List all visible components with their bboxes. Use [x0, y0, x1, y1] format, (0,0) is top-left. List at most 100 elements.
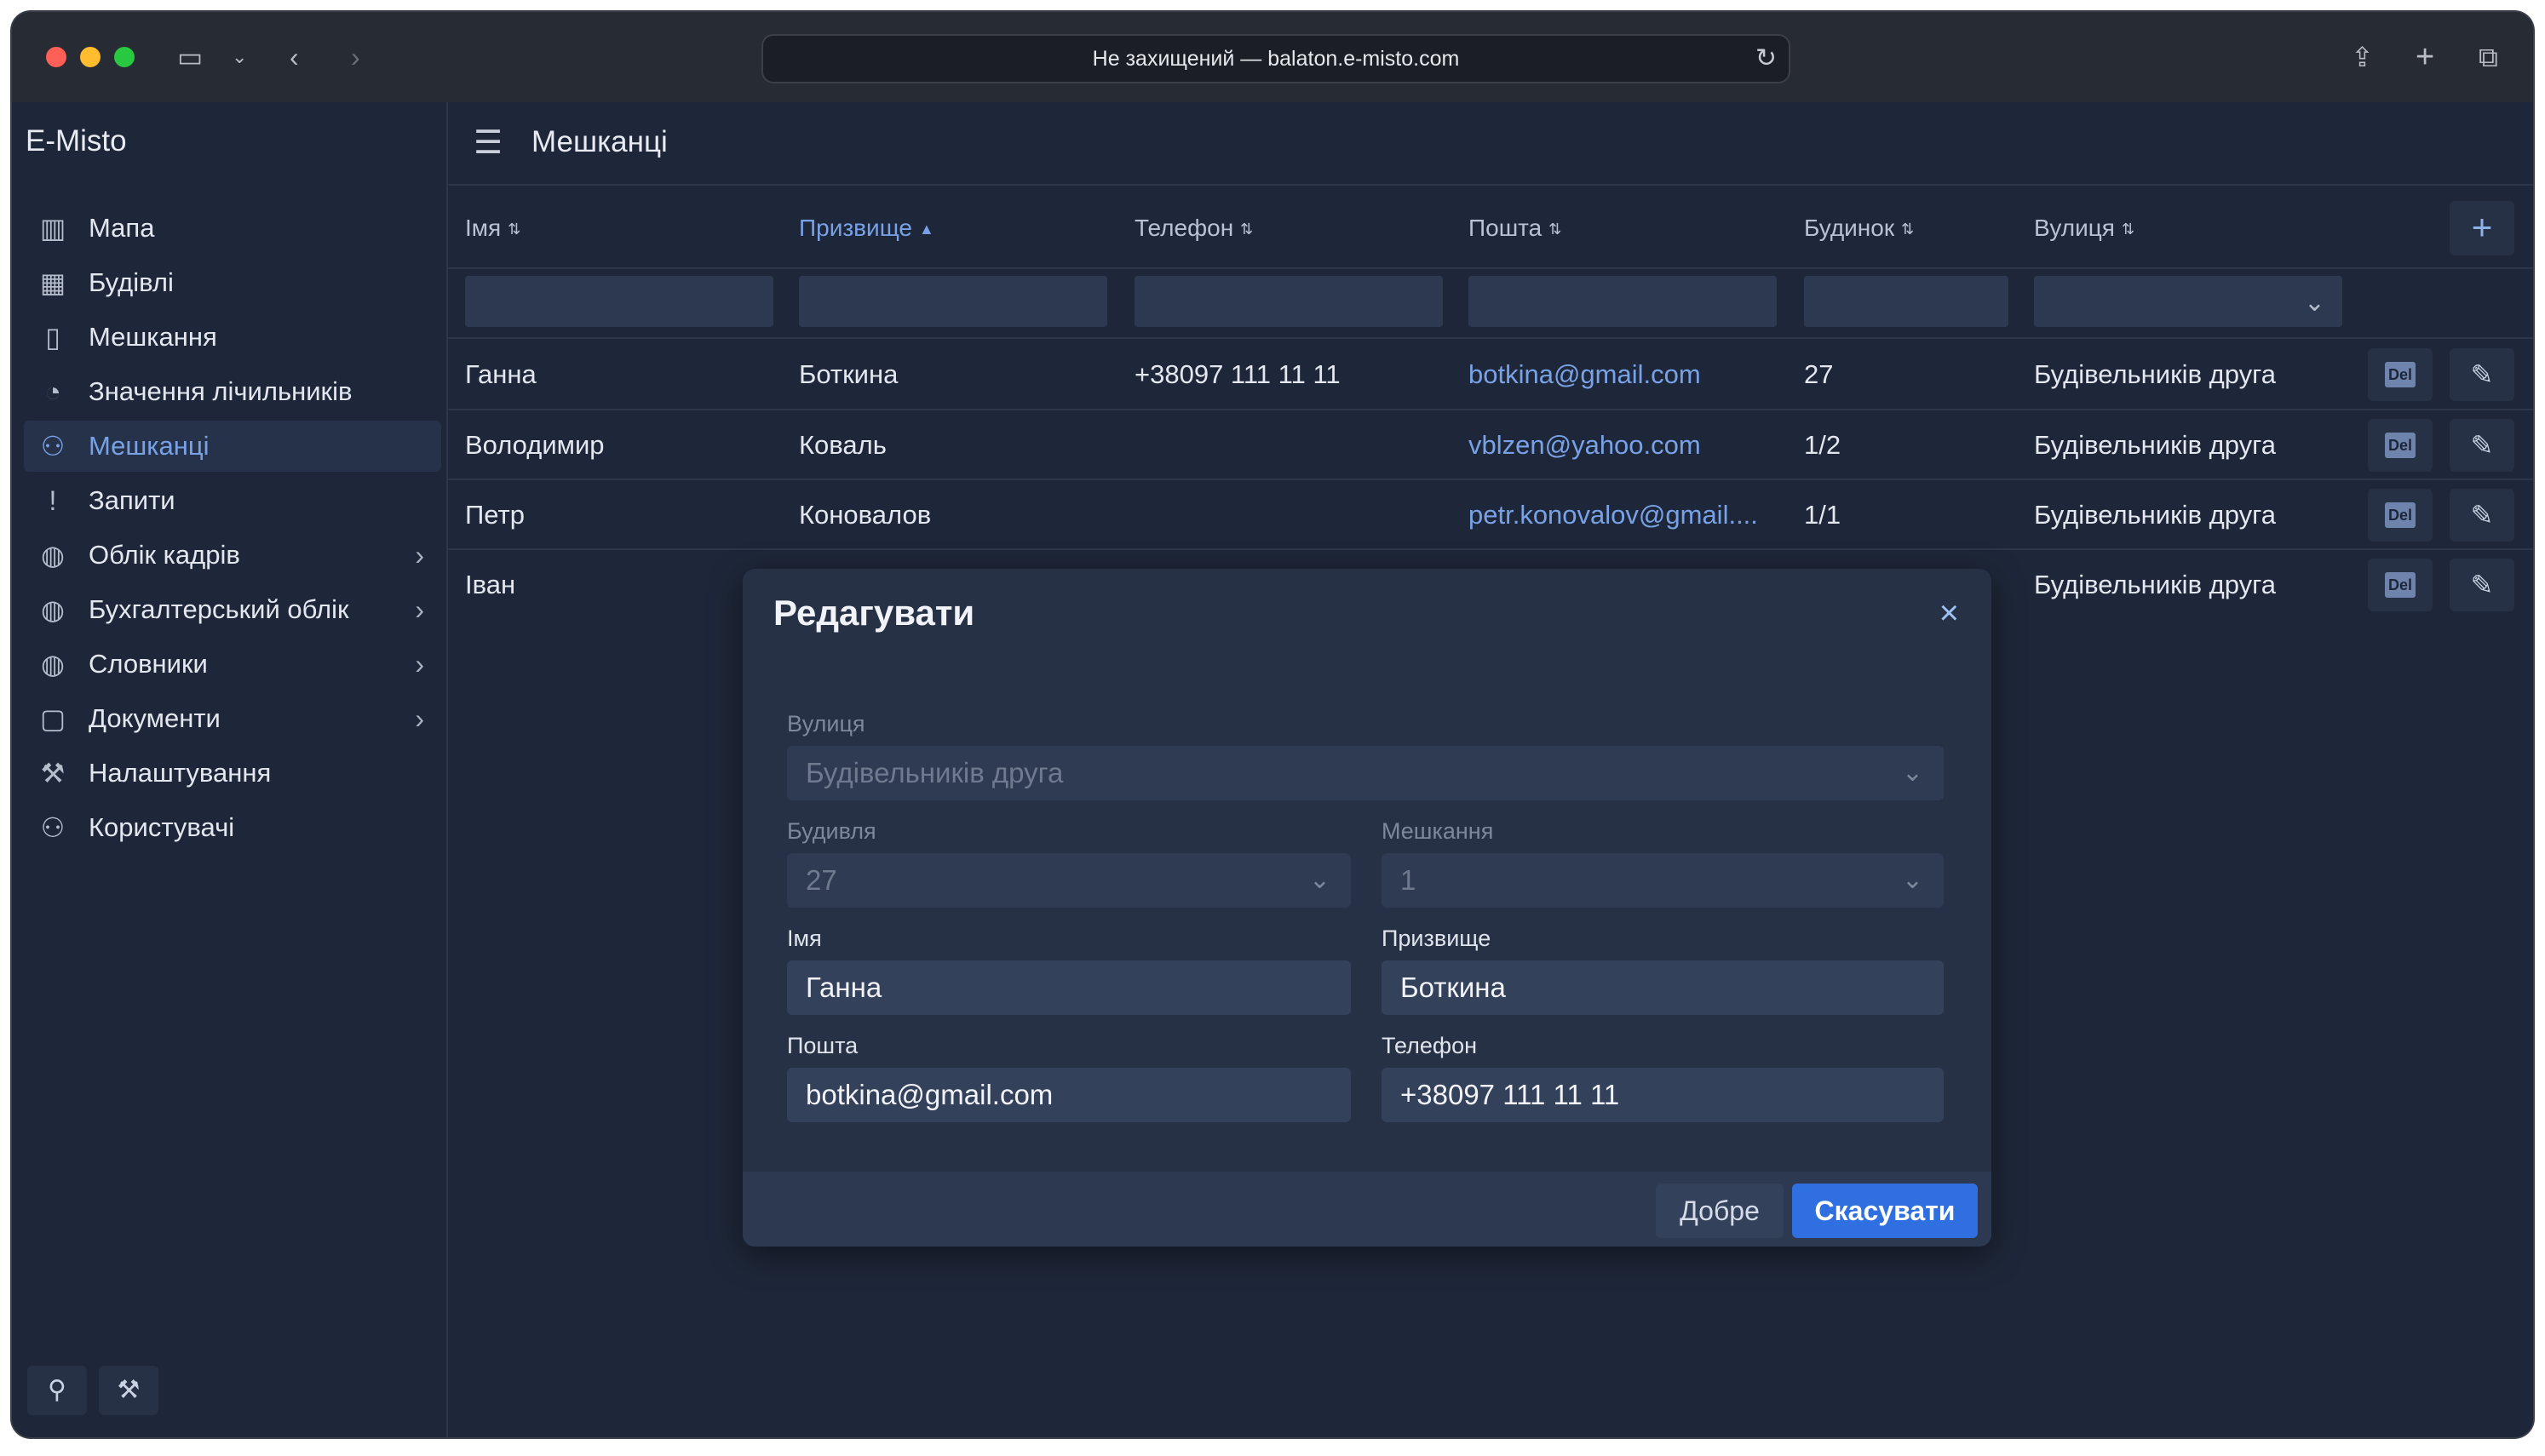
edit-button[interactable]: ✎ — [2450, 419, 2514, 472]
tabs-overview-icon[interactable]: ⧉ — [2479, 43, 2498, 71]
cancel-button[interactable]: Скасувати — [1792, 1184, 1978, 1238]
filter-last-name[interactable] — [799, 276, 1107, 327]
edit-button[interactable]: ✎ — [2450, 559, 2514, 611]
sidebar-item-label: Будівлі — [89, 267, 174, 297]
delete-button[interactable]: Del — [2368, 348, 2433, 401]
new-tab-icon[interactable]: + — [2416, 41, 2434, 73]
cell-street: Будівельників друга — [2034, 359, 2276, 389]
edit-dialog: Редагувати × Вулиця Будівельників друга … — [743, 569, 1991, 1247]
sidebar-item-buildings[interactable]: ▦ Будівлі — [24, 257, 441, 308]
sidebar-item-meter-values[interactable]: ◔ Значення лічильників — [24, 366, 441, 417]
delete-button[interactable]: Del — [2368, 489, 2433, 542]
sidebar-toggle-icon[interactable]: ▭ — [177, 43, 203, 71]
row-divider — [448, 548, 2533, 550]
delete-icon: Del — [2385, 361, 2416, 387]
sort-icon: ⇅ — [1548, 221, 1562, 238]
cell-email[interactable]: botkina@gmail.com — [1468, 358, 1789, 392]
sort-icon: ⇅ — [508, 221, 521, 238]
column-header-last-name[interactable]: Призвище ▲ — [799, 215, 934, 243]
sidebar-item-users[interactable]: ⚇ Користувачі — [24, 802, 441, 853]
run-icon[interactable]: ⚲ — [27, 1366, 87, 1415]
delete-button[interactable]: Del — [2368, 419, 2433, 472]
filter-street-select[interactable]: ⌄ — [2034, 276, 2342, 327]
sidebar-item-label: Бухгалтерський облік — [89, 594, 349, 624]
cell-street: Будівельників друга — [2034, 570, 2276, 599]
ok-button[interactable]: Добре — [1656, 1184, 1784, 1238]
menu-icon[interactable]: ☰ — [474, 126, 503, 160]
sidebar-item-label: Запити — [89, 485, 175, 515]
forward-icon[interactable]: › — [351, 43, 360, 71]
chevron-down-icon: ⌄ — [1901, 866, 1923, 894]
sidebar-item-settings[interactable]: ⚒ Налаштування — [24, 748, 441, 799]
map-icon: ▥ — [39, 213, 66, 244]
cell-email[interactable]: vblzen@yahoo.com — [1468, 428, 1789, 462]
building-icon: ▦ — [39, 267, 66, 298]
sidebar-item-label: Словники — [89, 649, 208, 679]
sort-icon: ⇅ — [2121, 221, 2135, 238]
reload-icon[interactable]: ↻ — [1755, 36, 1777, 82]
column-header-first-name[interactable]: Імя ⇅ — [465, 215, 520, 243]
share-icon[interactable]: ⇪ — [2351, 43, 2374, 71]
sidebar-item-hr[interactable]: ◍ Облік кадрів › — [24, 530, 441, 581]
filter-email[interactable] — [1468, 276, 1777, 327]
sidebar-item-requests[interactable]: ! Запити — [24, 475, 441, 526]
phone-field[interactable]: +38097 111 11 11 — [1382, 1068, 1944, 1122]
close-icon[interactable]: × — [1939, 591, 1959, 635]
browser-toolbar: ▭ ⌄ ‹ › Не захищений — balaton.e-misto.c… — [12, 12, 2533, 104]
wrench-icon[interactable]: ⚒ — [99, 1366, 158, 1415]
column-header-street[interactable]: Вулиця ⇅ — [2034, 215, 2134, 243]
users-icon: ⚇ — [40, 812, 66, 843]
sidebar-item-label: Мешкання — [89, 322, 217, 352]
main-header: ☰ Мешканці — [448, 102, 2533, 186]
sidebar-item-map[interactable]: ▥ Мапа — [24, 203, 441, 254]
apartment-label: Мешкання — [1382, 818, 1494, 844]
first-name-field[interactable]: Ганна — [787, 960, 1351, 1015]
edit-button[interactable]: ✎ — [2450, 348, 2514, 401]
sidebar-item-apartments[interactable]: ▯ Мешкання — [24, 312, 441, 363]
first-name-label: Імя — [787, 926, 822, 951]
back-icon[interactable]: ‹ — [290, 43, 299, 71]
chevron-down-icon[interactable]: ⌄ — [232, 43, 247, 71]
filter-phone[interactable] — [1135, 276, 1443, 327]
building-select: 27 ⌄ — [787, 853, 1351, 908]
sidebar-item-accounting[interactable]: ◍ Бухгалтерський облік › — [24, 584, 441, 635]
app-brand: E-Misto — [26, 124, 127, 158]
cell-email[interactable]: petr.konovalov@gmail.... — [1468, 498, 1789, 532]
sort-ascending-icon: ▲ — [919, 221, 934, 238]
sidebar-item-dictionaries[interactable]: ◍ Словники › — [24, 639, 441, 690]
last-name-field[interactable]: Боткина — [1382, 960, 1944, 1015]
email-label: Пошта — [787, 1033, 859, 1058]
maximize-window-button[interactable] — [114, 47, 135, 67]
globe-icon: ◍ — [41, 649, 65, 679]
column-header-house[interactable]: Будинок ⇅ — [1804, 215, 1914, 243]
address-bar[interactable]: Не захищений — balaton.e-misto.com ↻ — [761, 34, 1790, 83]
sidebar-item-residents[interactable]: ⚇ Мешканці — [24, 421, 441, 472]
filter-house[interactable] — [1804, 276, 2008, 327]
users-icon: ⚇ — [40, 431, 66, 461]
email-field[interactable]: botkina@gmail.com — [787, 1068, 1351, 1122]
cell-house: 1/2 — [1804, 430, 1841, 460]
sort-icon: ⇅ — [1901, 221, 1915, 238]
delete-icon: Del — [2385, 502, 2416, 528]
wrench-icon: ⚒ — [40, 758, 66, 788]
dialog-footer: Добре Скасувати — [743, 1172, 1991, 1247]
delete-icon: Del — [2385, 432, 2416, 458]
row-divider — [448, 267, 2533, 269]
add-resident-button[interactable]: + — [2450, 201, 2514, 255]
column-header-email[interactable]: Пошта ⇅ — [1468, 215, 1561, 243]
cell-first-name: Володимир — [465, 430, 605, 460]
edit-icon: ✎ — [2470, 570, 2494, 600]
close-window-button[interactable] — [46, 47, 66, 67]
row-divider — [448, 337, 2533, 339]
cell-street: Будівельників друга — [2034, 430, 2276, 460]
delete-button[interactable]: Del — [2368, 559, 2433, 611]
chevron-down-icon: ⌄ — [1308, 866, 1330, 894]
edit-button[interactable]: ✎ — [2450, 489, 2514, 542]
sidebar-item-documents[interactable]: ▢ Документи › — [24, 693, 441, 744]
sidebar: E-Misto ▥ Мапа ▦ Будівлі ▯ Мешкання ◔ Зн… — [12, 102, 448, 1437]
minimize-window-button[interactable] — [80, 47, 101, 67]
chevron-right-icon: › — [415, 594, 424, 625]
column-header-phone[interactable]: Телефон ⇅ — [1135, 215, 1253, 243]
filter-first-name[interactable] — [465, 276, 773, 327]
apartment-select: 1 ⌄ — [1382, 853, 1944, 908]
